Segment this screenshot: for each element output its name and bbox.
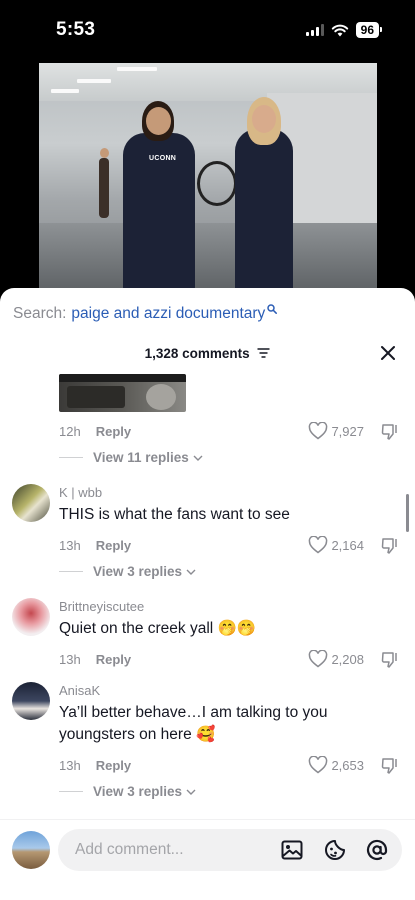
current-user-avatar[interactable] (12, 831, 50, 869)
reply-button[interactable]: Reply (96, 652, 131, 667)
chevron-down-icon (186, 789, 196, 795)
reply-button[interactable]: Reply (96, 538, 131, 553)
avatar[interactable] (12, 484, 50, 522)
like-button[interactable]: 7,927 (308, 422, 364, 440)
chevron-down-icon (186, 569, 196, 575)
status-time: 5:53 (56, 19, 96, 40)
like-count: 2,208 (331, 651, 364, 667)
comment-meta: 13h Reply (59, 758, 131, 773)
image-icon[interactable] (280, 838, 304, 862)
comment-username[interactable]: AnisaK (59, 683, 100, 698)
comment-placeholder: Add comment... (75, 841, 184, 858)
comment-meta: 12h Reply (59, 424, 131, 439)
like-button[interactable]: 2,208 (308, 650, 364, 668)
comments-count: 1,328 comments (144, 346, 250, 361)
video-player[interactable]: UCONN (0, 56, 415, 306)
video-frame[interactable]: UCONN (39, 63, 377, 293)
cellular-signal-icon (305, 24, 324, 36)
comment-time: 13h (59, 538, 81, 553)
search-icon (267, 304, 278, 314)
comment-meta: 13h Reply (59, 652, 131, 667)
video-jersey-text: UCONN (149, 155, 177, 162)
like-count: 7,927 (331, 423, 364, 439)
comment-image-thumbnail[interactable] (59, 374, 186, 412)
comment-text: THIS is what the fans want to see (59, 506, 290, 523)
related-search[interactable]: Search: paige and azzi documentary (13, 304, 278, 323)
reply-button[interactable]: Reply (96, 758, 131, 773)
search-label: Search: (13, 305, 67, 322)
comments-count-header[interactable]: 1,328 comments (0, 346, 415, 361)
add-comment-input[interactable]: Add comment... (58, 829, 402, 871)
status-icons: 96 (305, 22, 383, 38)
thumbs-down-icon[interactable] (380, 756, 400, 776)
at-mention-icon[interactable] (365, 838, 389, 862)
thumbs-down-icon[interactable] (380, 536, 400, 556)
search-query-link[interactable]: paige and azzi documentary (71, 305, 265, 323)
chevron-down-icon (193, 455, 203, 461)
scrollbar-thumb[interactable] (406, 494, 409, 532)
like-count: 2,164 (331, 537, 364, 553)
comment-username[interactable]: Brittneyiscutee (59, 599, 144, 614)
emoji-icon[interactable] (323, 838, 347, 862)
comment-time: 12h (59, 424, 81, 439)
status-bar: 5:53 96 (0, 0, 415, 56)
view-replies-label: View 11 replies (93, 450, 189, 465)
avatar[interactable] (12, 682, 50, 720)
comment-text: Quiet on the creek yall 🤭🤭 (59, 620, 257, 637)
view-replies-button[interactable]: View 3 replies (59, 564, 196, 579)
heart-outline-icon (309, 536, 328, 554)
view-replies-label: View 3 replies (93, 784, 183, 799)
like-button[interactable]: 2,653 (308, 756, 364, 774)
comments-sheet: Search: paige and azzi documentary 1,328… (0, 288, 415, 900)
heart-outline-icon (309, 756, 328, 774)
thumbs-down-icon[interactable] (380, 650, 400, 670)
sort-lines-icon[interactable] (257, 348, 270, 359)
thumbs-down-icon[interactable] (380, 422, 400, 442)
like-count: 2,653 (331, 757, 364, 773)
comment-composer-bar: Add comment... (0, 819, 415, 900)
close-icon[interactable] (380, 345, 396, 361)
heart-outline-icon (309, 650, 328, 668)
battery-indicator: 96 (355, 22, 383, 38)
comment-text: Ya’ll better behave…I am talking to you … (59, 704, 328, 743)
heart-outline-icon (309, 422, 328, 440)
like-button[interactable]: 2,164 (308, 536, 364, 554)
comment-meta: 13h Reply (59, 538, 131, 553)
comment-username[interactable]: K | wbb (59, 485, 102, 500)
view-replies-button[interactable]: View 3 replies (59, 784, 196, 799)
wifi-icon (331, 24, 348, 36)
comment-time: 13h (59, 758, 81, 773)
reply-button[interactable]: Reply (96, 424, 131, 439)
view-replies-button[interactable]: View 11 replies (59, 450, 203, 465)
comment-time: 13h (59, 652, 81, 667)
view-replies-label: View 3 replies (93, 564, 183, 579)
avatar[interactable] (12, 598, 50, 636)
